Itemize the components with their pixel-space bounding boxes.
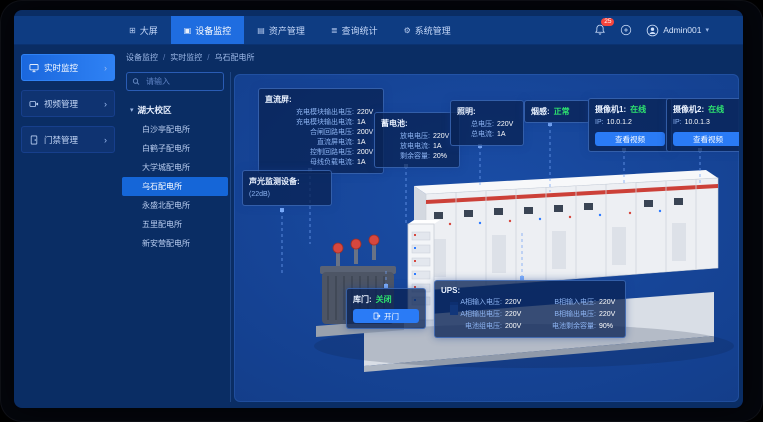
breadcrumb-part[interactable]: 实时监控: [170, 52, 202, 63]
station-tree-panel: ▾ 湖大校区 白沙亭配电所 白鹤子配电所 大学城配电所 乌石配电所 永盛北配电所…: [122, 72, 228, 402]
tree-root-node[interactable]: ▾ 湖大校区: [130, 104, 228, 116]
chevron-down-icon: ▾: [705, 26, 709, 34]
breadcrumb: 设备监控 / 实时监控 / 乌石配电所: [126, 52, 254, 63]
card-title: 烟感:: [531, 106, 550, 117]
app-window: ⊞ 大屏 ▣ 设备监控 ▤ 资产管理 ≣ 查询统计 ⚙ 系统管理: [14, 10, 743, 408]
sound-monitor-card: 声光监测设备: (22dB): [242, 170, 332, 206]
card-title: 库门:: [353, 294, 372, 305]
breadcrumb-part[interactable]: 设备监控: [126, 52, 158, 63]
panel-divider: [230, 72, 231, 402]
status-badge: 关闭: [376, 294, 392, 305]
sidebar-item-realtime-monitor[interactable]: 实时监控 ›: [21, 54, 115, 81]
battery-card: 蓄电池: 放电电压:220V 放电电流:1A 剩余容量:20%: [374, 112, 460, 168]
breadcrumb-separator: /: [163, 53, 165, 62]
view-video-button[interactable]: 查看视频: [595, 132, 665, 146]
caret-down-icon: ▾: [130, 106, 134, 114]
ups-card: UPS: A相输入电压:220V B相输入电压:220V A相输出电压:220V…: [434, 280, 626, 338]
camera-ip: 10.0.1.2: [607, 118, 632, 128]
sidebar-item-video-management[interactable]: 视频管理 ›: [21, 90, 115, 117]
sidebar-item-label: 门禁管理: [44, 134, 78, 146]
tree-item[interactable]: 白沙亭配电所: [122, 120, 228, 139]
nav-tab-bigscreen[interactable]: ⊞ 大屏: [116, 16, 171, 44]
search-input[interactable]: [144, 76, 218, 87]
tree-item[interactable]: 新安营配电所: [122, 234, 228, 253]
video-icon: [29, 99, 39, 109]
tree-item[interactable]: 永盛北配电所: [122, 196, 228, 215]
chevron-right-icon: ›: [104, 63, 107, 73]
nav-tabs: ⊞ 大屏 ▣ 设备监控 ▤ 资产管理 ≣ 查询统计 ⚙ 系统管理: [116, 16, 464, 44]
status-badge: 正常: [554, 106, 570, 117]
camera2-card: 摄像机2: 在线 IP: 10.0.1.3 查看视频: [666, 98, 739, 152]
card-title: 声光监测设备:: [249, 176, 325, 187]
tree-item-selected[interactable]: 乌石配电所: [122, 177, 228, 196]
card-title: 直流屏:: [265, 94, 377, 105]
fullscreen-button[interactable]: [620, 24, 632, 36]
nav-tab-label: 大屏: [140, 24, 158, 37]
device-frame: ⊞ 大屏 ▣ 设备监控 ▤ 资产管理 ≣ 查询统计 ⚙ 系统管理: [0, 0, 763, 422]
monitor-icon: ▣: [184, 26, 192, 35]
top-navbar: ⊞ 大屏 ▣ 设备监控 ▤ 资产管理 ≣ 查询统计 ⚙ 系统管理: [14, 16, 743, 45]
tree-search: [126, 72, 224, 91]
sidebar-item-label: 视频管理: [44, 98, 78, 110]
sidebar-item-access-control[interactable]: 门禁管理 ›: [21, 126, 115, 153]
card-title: 摄像机1:: [595, 104, 626, 115]
dc-panel-card: 直流屏: 充电模块输出电压:220V 充电模块输出电流:1A 合闸回路电压:20…: [258, 88, 384, 174]
substation-view-panel: 直流屏: 充电模块输出电压:220V 充电模块输出电流:1A 合闸回路电压:20…: [234, 74, 739, 402]
smoke-sensor-card: 烟感: 正常: [524, 100, 590, 123]
tree-item[interactable]: 大学城配电所: [122, 158, 228, 177]
door-icon: [29, 135, 39, 145]
open-door-icon: [373, 312, 381, 320]
notification-badge: 25: [601, 18, 614, 26]
search-icon: [132, 77, 140, 86]
breadcrumb-separator: /: [207, 53, 209, 62]
stats-icon: ≣: [331, 26, 338, 35]
nav-tab-label: 设备监控: [195, 24, 231, 37]
navbar-right: 25 Admin001 ▾: [594, 24, 709, 37]
user-menu[interactable]: Admin001 ▾: [646, 24, 709, 37]
nav-tab-statistics[interactable]: ≣ 查询统计: [318, 16, 391, 44]
nav-tab-label: 系统管理: [415, 24, 451, 37]
tree-root-label: 湖大校区: [138, 104, 172, 116]
camera1-card: 摄像机1: 在线 IP: 10.0.1.2 查看视频: [588, 98, 672, 152]
card-title: 照明:: [457, 106, 517, 117]
camera-ip: 10.0.1.3: [685, 118, 710, 128]
nav-tab-device-monitor[interactable]: ▣ 设备监控: [171, 16, 245, 44]
username: Admin001: [663, 25, 701, 35]
nav-tab-assets[interactable]: ▤ 资产管理: [244, 16, 318, 44]
status-badge: 在线: [630, 104, 646, 115]
chevron-right-icon: ›: [104, 99, 107, 109]
card-title: 蓄电池:: [381, 118, 453, 129]
notifications-button[interactable]: 25: [594, 24, 606, 36]
lighting-card: 照明: 总电压:220V 总电流:1A: [450, 100, 524, 146]
nav-tab-system[interactable]: ⚙ 系统管理: [391, 16, 464, 44]
tree-item[interactable]: 五里配电所: [122, 215, 228, 234]
asset-icon: ▤: [257, 26, 265, 35]
gear-icon: ⚙: [404, 26, 411, 35]
door-card: 库门: 关闭 开门: [346, 288, 426, 329]
fullscreen-icon: [620, 24, 632, 36]
sidebar-item-label: 实时监控: [44, 62, 78, 74]
breadcrumb-part: 乌石配电所: [214, 52, 254, 63]
realtime-monitor-icon: [29, 63, 39, 73]
chevron-right-icon: ›: [104, 135, 107, 145]
card-title: 摄像机2:: [673, 104, 704, 115]
avatar-icon: [646, 24, 659, 37]
nav-tab-label: 资产管理: [269, 24, 305, 37]
open-door-button[interactable]: 开门: [353, 309, 419, 323]
left-sidebar: 实时监控 › 视频管理 › 门禁管理 ›: [18, 54, 118, 162]
status-badge: 在线: [708, 104, 724, 115]
view-video-button[interactable]: 查看视频: [673, 132, 739, 146]
nav-tab-label: 查询统计: [342, 24, 378, 37]
tree-item[interactable]: 白鹤子配电所: [122, 139, 228, 158]
card-title: UPS:: [441, 286, 619, 295]
bigscreen-icon: ⊞: [129, 26, 136, 35]
